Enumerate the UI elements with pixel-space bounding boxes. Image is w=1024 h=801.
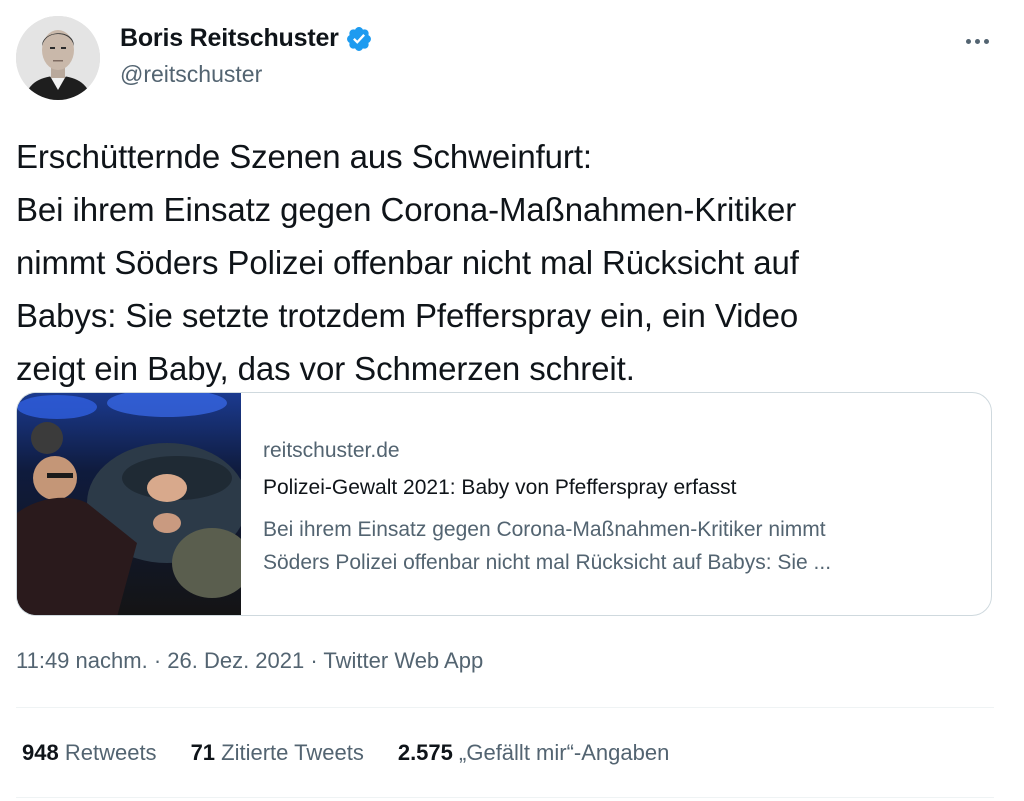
avatar[interactable]	[16, 16, 100, 100]
retweets-label: Retweets	[64, 740, 157, 765]
likes-label: „Gefällt mir“-Angaben	[459, 740, 670, 765]
retweets-count: 948	[22, 740, 59, 765]
verified-badge-icon	[346, 26, 371, 51]
link-preview-thumbnail	[17, 393, 241, 615]
tweet-time[interactable]: 11:49 nachm.	[16, 648, 148, 673]
tweet-text-line: nimmt Söders Polizei offenbar nicht mal …	[16, 244, 799, 281]
meta-separator: ·	[153, 648, 162, 673]
tweet-meta: 11:49 nachm. · 26. Dez. 2021 · Twitter W…	[16, 648, 483, 674]
link-preview-card[interactable]: reitschuster.de Polizei-Gewalt 2021: Bab…	[16, 392, 992, 616]
avatar-photo-icon	[16, 16, 100, 100]
more-options-icon[interactable]	[960, 26, 994, 56]
link-preview-description-line: Söders Polizei offenbar nicht mal Rücksi…	[263, 551, 832, 574]
dot-icon	[965, 38, 971, 44]
author-handle[interactable]: @reitschuster	[120, 61, 262, 88]
tweet-stats: 948 Retweets 71 Zitierte Tweets 2.575 „G…	[22, 740, 669, 766]
likes-count: 2.575	[397, 740, 453, 765]
dot-icon	[983, 38, 989, 44]
link-preview-description: Bei ihrem Einsatz gegen Corona-Maßnahmen…	[263, 513, 973, 579]
author-display-name[interactable]: Boris Reitschuster	[120, 24, 339, 53]
retweets-stat[interactable]: 948 Retweets	[22, 740, 157, 766]
quote-tweets-count: 71	[190, 740, 216, 765]
tweet-text-line: Bei ihrem Einsatz gegen Corona-Maßnahmen…	[16, 191, 797, 228]
link-preview-title: Polizei-Gewalt 2021: Baby von Pfefferspr…	[263, 476, 737, 499]
meta-separator: ·	[310, 648, 318, 673]
tweet-date[interactable]: 26. Dez. 2021	[167, 648, 304, 673]
author-name-row[interactable]: Boris Reitschuster	[120, 24, 373, 53]
dot-icon	[974, 38, 980, 44]
link-preview-description-line: Bei ihrem Einsatz gegen Corona-Maßnahmen…	[263, 518, 826, 541]
link-preview-domain: reitschuster.de	[263, 439, 400, 462]
tweet-source[interactable]: Twitter Web App	[323, 648, 483, 673]
tweet-text-line: zeigt ein Baby, das vor Schmerzen schrei…	[16, 350, 635, 387]
tweet-text: Erschütternde Szenen aus Schweinfurt: Be…	[16, 130, 1006, 395]
tweet: Boris Reitschuster @reitschuster Erschüt…	[0, 0, 1024, 801]
tweet-text-line: Babys: Sie setzte trotzdem Pfefferspray …	[16, 297, 799, 334]
video-still-image-icon	[17, 393, 241, 615]
tweet-text-line: Erschütternde Szenen aus Schweinfurt:	[16, 138, 592, 175]
divider	[16, 797, 994, 798]
quote-tweets-label: Zitierte Tweets	[221, 740, 364, 765]
divider	[16, 707, 994, 708]
likes-stat[interactable]: 2.575 „Gefällt mir“-Angaben	[398, 740, 670, 766]
quote-tweets-stat[interactable]: 71 Zitierte Tweets	[191, 740, 364, 766]
